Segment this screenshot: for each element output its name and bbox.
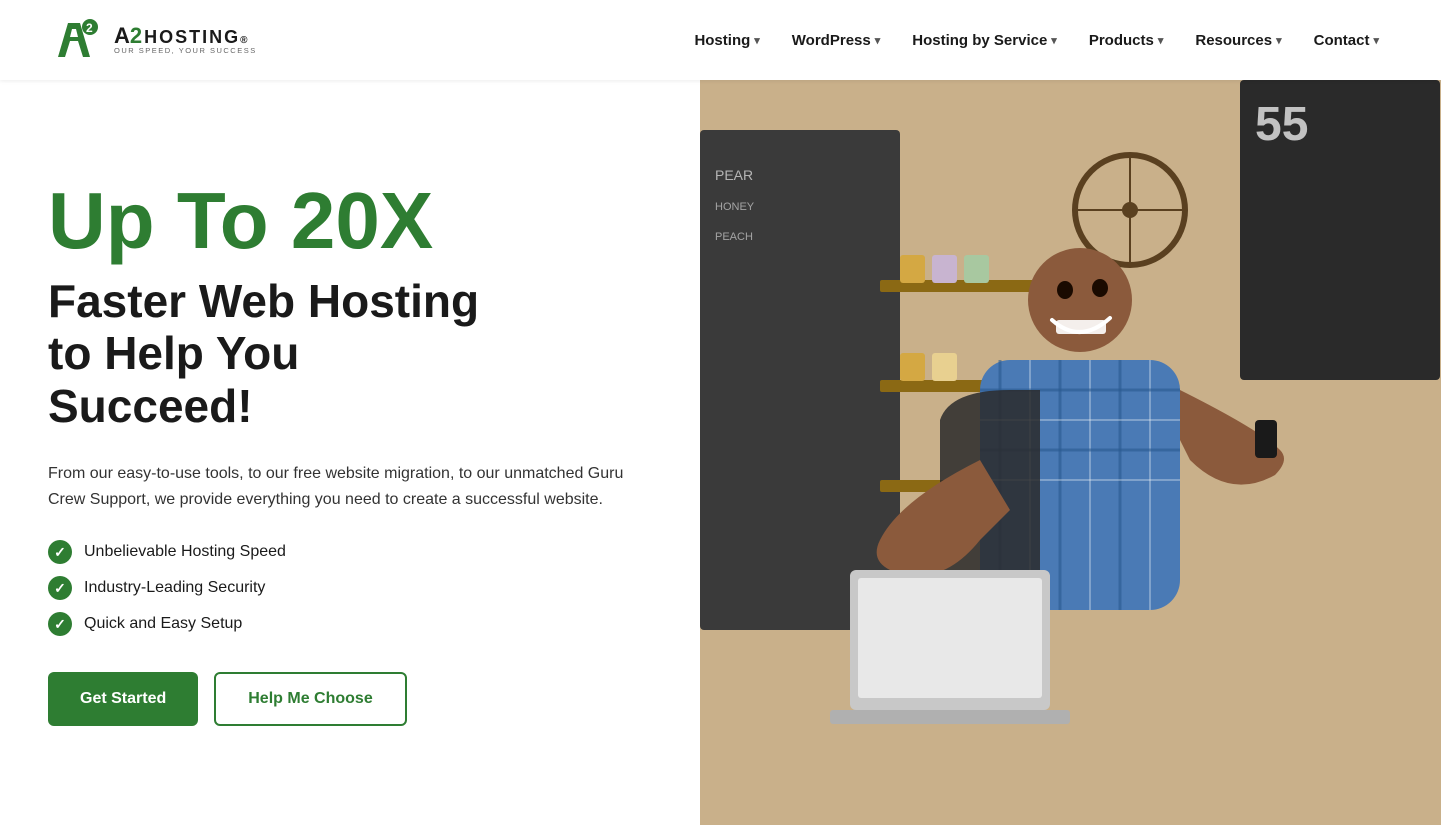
nav-links: Hosting ▾ WordPress ▾ Hosting by Service… [680,24,1393,57]
chevron-down-icon: ▾ [1373,34,1379,47]
svg-text:55: 55 [1255,98,1308,151]
nav-item-hosting-by-service[interactable]: Hosting by Service ▾ [898,24,1071,57]
logo-hosting-word: HOSTING® [144,28,249,46]
nav-label-contact: Contact [1314,32,1370,49]
hero-section: Up To 20X Faster Web Hosting to Help You… [0,80,1441,825]
chevron-down-icon: ▾ [875,34,881,47]
hero-tagline: Up To 20X [48,179,652,263]
nav-item-hosting[interactable]: Hosting ▾ [680,24,773,57]
logo-tagline: OUR SPEED, YOUR SUCCESS [114,47,257,55]
feature-item-security: Industry-Leading Security [48,576,652,600]
chevron-down-icon: ▾ [1051,34,1057,47]
nav-item-contact[interactable]: Contact ▾ [1300,24,1393,57]
logo-a2: A2 [114,25,142,47]
feature-item-setup: Quick and Easy Setup [48,612,652,636]
navbar: 2 A2 HOSTING® OUR SPEED, YOUR SUCCESS Ho… [0,0,1441,80]
nav-item-wordpress[interactable]: WordPress ▾ [778,24,894,57]
get-started-button[interactable]: Get Started [48,672,198,726]
feature-item-speed: Unbelievable Hosting Speed [48,540,652,564]
feature-label-speed: Unbelievable Hosting Speed [84,543,286,561]
hero-subtitle-line2: to Help You [48,327,299,379]
svg-text:PEACH: PEACH [715,231,753,243]
check-icon-setup [48,612,72,636]
hero-background-svg: PEAR HONEY PEACH 55 [700,80,1441,825]
logo[interactable]: 2 A2 HOSTING® OUR SPEED, YOUR SUCCESS [48,11,257,69]
chevron-down-icon: ▾ [1158,34,1164,47]
chevron-down-icon: ▾ [754,34,760,47]
hero-image: PEAR HONEY PEACH 55 [700,80,1441,825]
nav-label-hosting-by-service: Hosting by Service [912,32,1047,49]
hero-subtitle: Faster Web Hosting to Help You Succeed! [48,275,652,434]
hero-left-content: Up To 20X Faster Web Hosting to Help You… [0,80,700,825]
cta-buttons: Get Started Help Me Choose [48,672,652,726]
hero-subtitle-line1: Faster Web Hosting [48,275,479,327]
feature-label-security: Industry-Leading Security [84,579,265,597]
nav-item-products[interactable]: Products ▾ [1075,24,1178,57]
hero-description: From our easy-to-use tools, to our free … [48,461,652,512]
nav-label-hosting: Hosting [694,32,750,49]
help-me-choose-button[interactable]: Help Me Choose [214,672,406,726]
nav-label-products: Products [1089,32,1154,49]
hero-subtitle-line3: Succeed! [48,380,253,432]
svg-text:HONEY: HONEY [715,201,755,213]
check-icon-speed [48,540,72,564]
features-list: Unbelievable Hosting Speed Industry-Lead… [48,540,652,636]
feature-label-setup: Quick and Easy Setup [84,615,242,633]
nav-label-resources: Resources [1195,32,1272,49]
hero-right-image: PEAR HONEY PEACH 55 [700,80,1441,825]
check-icon-security [48,576,72,600]
logo-text: A2 HOSTING® OUR SPEED, YOUR SUCCESS [114,25,257,55]
logo-icon: 2 [48,11,106,69]
svg-text:PEAR: PEAR [715,167,753,183]
chevron-down-icon: ▾ [1276,34,1282,47]
svg-text:2: 2 [86,21,93,35]
nav-item-resources[interactable]: Resources ▾ [1181,24,1295,57]
nav-label-wordpress: WordPress [792,32,871,49]
